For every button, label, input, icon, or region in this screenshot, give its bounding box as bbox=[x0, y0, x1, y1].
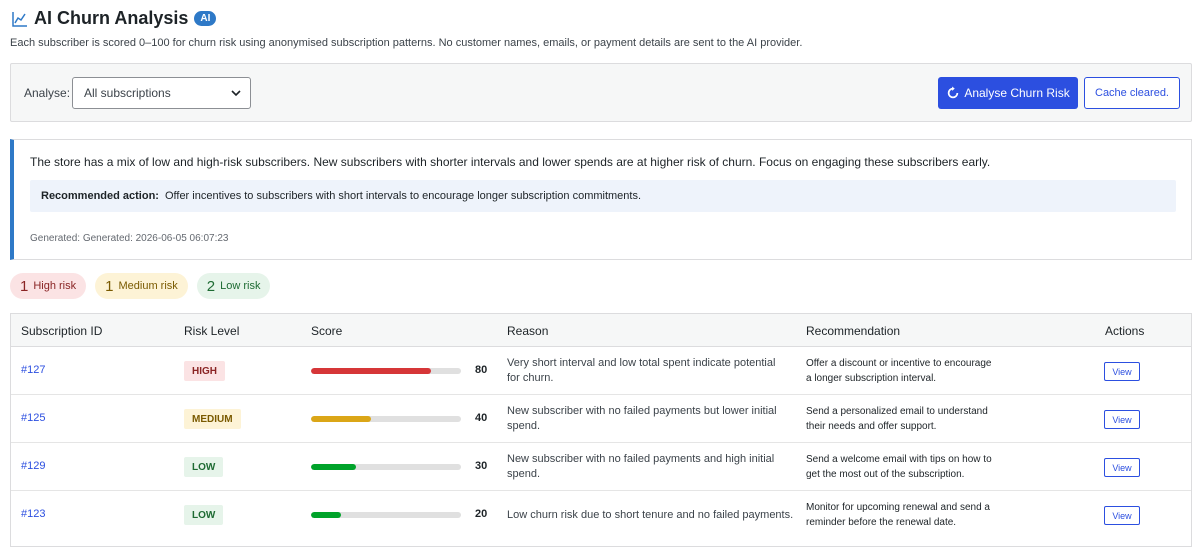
score-bar bbox=[311, 368, 461, 374]
score-bar-fill bbox=[311, 416, 371, 422]
chart-line-icon bbox=[12, 11, 27, 27]
subscription-link[interactable]: #129 bbox=[21, 460, 45, 472]
score-bar-fill bbox=[311, 512, 341, 518]
score-bar bbox=[311, 464, 461, 470]
score-value: 40 bbox=[475, 412, 488, 424]
low-risk-pill: 2 Low risk bbox=[196, 273, 271, 299]
table-row: #129 LOW 30 New subscriber with no faile… bbox=[11, 443, 1191, 491]
reason-text: New subscriber with no failed payments b… bbox=[507, 405, 777, 432]
view-button[interactable]: View bbox=[1104, 506, 1140, 525]
subscription-link[interactable]: #123 bbox=[21, 508, 45, 520]
reason-text: Very short interval and low total spent … bbox=[507, 357, 776, 384]
column-header-recommendation: Recommendation bbox=[806, 324, 901, 338]
score-bar bbox=[311, 512, 461, 518]
page-subtitle: Each subscriber is scored 0–100 for chur… bbox=[10, 37, 803, 49]
recommendation-text: Send a personalized email to understand … bbox=[806, 406, 988, 432]
column-header-score: Score bbox=[311, 324, 343, 338]
recommended-action-box: Recommended action: Offer incentives to … bbox=[30, 180, 1176, 212]
analysis-toolbar: Analyse: All subscriptions Analyse Churn… bbox=[10, 63, 1192, 122]
table-row: #125 MEDIUM 40 New subscriber with no fa… bbox=[11, 395, 1191, 443]
risk-summary-pills: 1 High risk 1 Medium risk 2 Low risk bbox=[10, 273, 279, 299]
cache-cleared-button[interactable]: Cache cleared. bbox=[1084, 77, 1180, 109]
recommendation-text: Monitor for upcoming renewal and send a … bbox=[806, 502, 990, 528]
view-button[interactable]: View bbox=[1104, 362, 1140, 381]
risk-badge: HIGH bbox=[184, 361, 225, 381]
table-row: #123 LOW 20 Low churn risk due to short … bbox=[11, 491, 1191, 539]
medium-risk-pill: 1 Medium risk bbox=[95, 273, 188, 299]
risk-badge: MEDIUM bbox=[184, 409, 241, 429]
recommended-action-text: Offer incentives to subscribers with sho… bbox=[164, 190, 642, 202]
score-bar-fill bbox=[311, 368, 431, 374]
medium-risk-count: 1 bbox=[105, 277, 114, 295]
ai-summary-panel: The store has a mix of low and high-risk… bbox=[10, 139, 1192, 260]
view-button[interactable]: View bbox=[1104, 410, 1140, 429]
table-header: Subscription ID Risk Level Score Reason … bbox=[11, 314, 1191, 347]
score-value: 20 bbox=[475, 508, 488, 520]
reason-text: New subscriber with no failed payments a… bbox=[507, 453, 775, 480]
generated-timestamp: Generated: Generated: 2026-06-05 06:07:2… bbox=[30, 233, 229, 244]
low-risk-count: 2 bbox=[206, 277, 216, 295]
column-header-subscription-id: Subscription ID bbox=[21, 324, 103, 338]
column-header-risk-level: Risk Level bbox=[184, 324, 240, 338]
risk-badge: LOW bbox=[184, 457, 224, 477]
medium-risk-label: Medium risk bbox=[118, 280, 178, 292]
ai-badge: AI bbox=[194, 11, 217, 26]
view-button[interactable]: View bbox=[1104, 458, 1140, 477]
page-header: AI Churn Analysis AI bbox=[12, 8, 217, 29]
table-row: #127 HIGH 80 Very short interval and low… bbox=[11, 347, 1191, 395]
column-header-reason: Reason bbox=[507, 324, 549, 338]
score-value: 80 bbox=[475, 364, 488, 376]
analyse-button-label: Analyse Churn Risk bbox=[964, 86, 1070, 100]
subscription-filter-select[interactable]: All subscriptions bbox=[72, 77, 251, 109]
reason-text: Low churn risk due to short tenure and n… bbox=[507, 509, 794, 521]
high-risk-label: High risk bbox=[33, 280, 77, 292]
risk-badge: LOW bbox=[184, 505, 224, 525]
subscription-link[interactable]: #125 bbox=[21, 412, 45, 424]
select-value: All subscriptions bbox=[84, 86, 171, 100]
high-risk-count: 1 bbox=[20, 277, 29, 295]
recommendation-text: Offer a discount or incentive to encoura… bbox=[806, 358, 992, 384]
summary-text: The store has a mix of low and high-risk… bbox=[30, 155, 991, 169]
high-risk-pill: 1 High risk bbox=[10, 273, 87, 299]
churn-results-table: Subscription ID Risk Level Score Reason … bbox=[10, 313, 1192, 547]
recommended-action-label: Recommended action: bbox=[41, 190, 159, 202]
recommendation-text: Send a welcome email with tips on how to… bbox=[806, 454, 992, 480]
chevron-down-icon bbox=[231, 90, 241, 97]
analyse-label: Analyse: bbox=[24, 86, 71, 100]
score-bar bbox=[311, 416, 461, 422]
score-value: 30 bbox=[475, 460, 488, 472]
low-risk-label: Low risk bbox=[220, 280, 261, 292]
page-title: AI Churn Analysis bbox=[34, 8, 189, 28]
score-bar-fill bbox=[311, 464, 356, 470]
column-header-actions: Actions bbox=[1105, 324, 1145, 338]
analyse-churn-risk-button[interactable]: Analyse Churn Risk bbox=[938, 77, 1078, 109]
refresh-icon bbox=[948, 86, 959, 99]
subscription-link[interactable]: #127 bbox=[21, 364, 45, 376]
